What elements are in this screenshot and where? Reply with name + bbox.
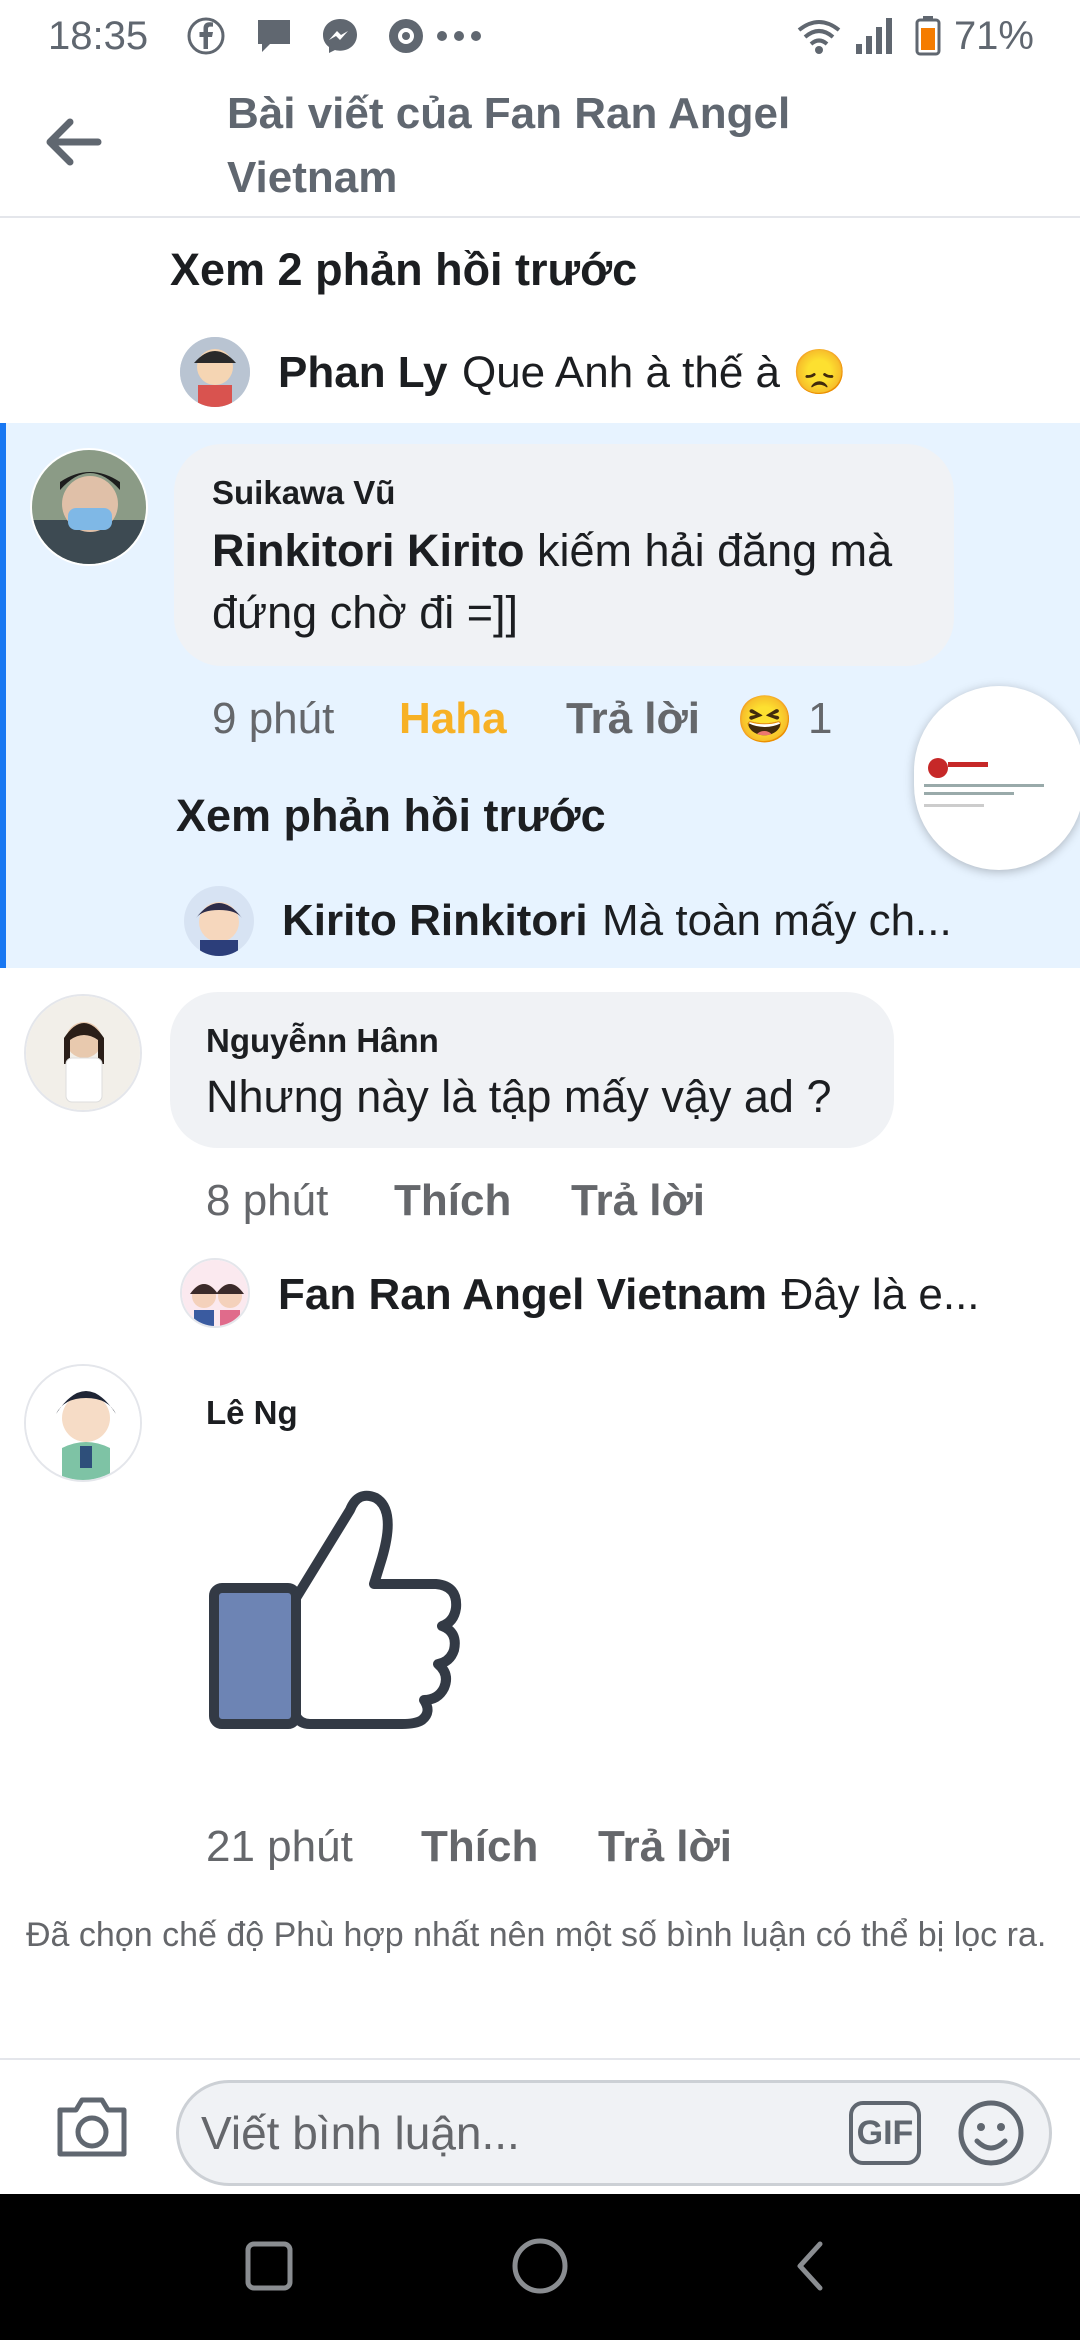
avatar-image	[184, 886, 254, 956]
comment-text: Rinkitori Kirito kiếm hải đăng mà đứng c…	[212, 520, 932, 644]
comment-input[interactable]	[201, 2101, 801, 2165]
comment-time: 21 phút	[206, 1822, 353, 1871]
avatar[interactable]	[184, 886, 254, 956]
comment-text-part1: kiếm hải đăng mà	[524, 525, 893, 576]
reply-author[interactable]: Fan Ran Angel Vietnam	[278, 1270, 767, 1319]
reply-button[interactable]: Trả lời	[598, 1822, 732, 1872]
reply-text: Que Anh à thế à 😞	[461, 348, 848, 397]
comment-time: 8 phút	[206, 1176, 329, 1225]
filter-notice: Đã chọn chế độ Phù hợp nhất nên một số b…	[26, 1916, 1047, 1954]
recent-apps-icon[interactable]	[244, 2238, 294, 2294]
gif-button[interactable]: GIF	[849, 2101, 921, 2165]
reply-text: Đây là e...	[781, 1270, 980, 1319]
page-title-line2: Vietnam	[227, 153, 398, 202]
back-nav-icon[interactable]	[790, 2238, 830, 2294]
comment-input-container[interactable]: GIF	[176, 2080, 1052, 2186]
comment-text-part2: đứng chờ đi =]]	[212, 587, 519, 638]
avatar-image	[26, 1366, 140, 1480]
settings-icon	[389, 19, 423, 53]
reply-author[interactable]: Kirito Rinkitori	[282, 896, 588, 945]
avatar-image	[182, 1260, 248, 1326]
camera-icon[interactable]	[54, 2092, 130, 2162]
comment-author[interactable]: Suikawa Vũ	[212, 474, 395, 512]
chat-head-preview-image	[924, 758, 1044, 807]
comment-author[interactable]: Nguyễnn Hânn	[206, 1022, 439, 1060]
reply-text: Mà toàn mấy ch...	[602, 896, 952, 945]
emoji-icon[interactable]	[955, 2097, 1027, 2169]
comment-time: 9 phút	[212, 694, 335, 743]
comment-text: Nhưng này là tập mấy vậy ad ?	[206, 1071, 832, 1122]
comment-author[interactable]: Lê Ng	[206, 1394, 298, 1432]
home-icon[interactable]	[510, 2236, 570, 2296]
status-time: 18:35	[48, 14, 149, 58]
battery-icon	[915, 16, 941, 56]
facebook-icon	[187, 17, 225, 55]
haha-emoji-icon: 😆	[736, 693, 794, 745]
chat-head-bubble[interactable]	[914, 686, 1080, 870]
page-title: Bài viết của Fan Ran Angel Vietnam	[227, 82, 927, 210]
view-previous-replies-link[interactable]: Xem 2 phản hồi trước	[170, 244, 637, 296]
avatar[interactable]	[180, 337, 250, 407]
view-previous-replies-link[interactable]: Xem phản hồi trước	[176, 790, 606, 842]
wifi-icon	[797, 20, 841, 54]
more-dots-icon	[437, 31, 481, 41]
header: Bài viết của Fan Ran Angel Vietnam	[0, 72, 1080, 218]
battery-percentage: 71%	[953, 14, 1034, 58]
like-button[interactable]: Thích	[394, 1176, 511, 1226]
back-arrow-icon[interactable]	[38, 112, 108, 172]
messenger-icon	[323, 19, 357, 53]
message-icon	[258, 20, 290, 52]
comment-bubble[interactable]: Nguyễnn Hânn Nhưng này là tập mấy vậy ad…	[170, 992, 894, 1148]
comment-bubble[interactable]: Suikawa Vũ Rinkitori Kirito kiếm hải đăn…	[174, 444, 954, 666]
reply-button[interactable]: Trả lời	[566, 694, 700, 744]
page-title-line1: Bài viết của Fan Ran Angel	[227, 89, 791, 138]
avatar-image	[26, 996, 140, 1110]
avatar[interactable]	[180, 1258, 250, 1328]
reply-preview[interactable]: Kirito Rinkitori Mà toàn mấy ch...	[282, 896, 952, 946]
signal-icon	[856, 18, 892, 54]
comment-composer: GIF	[0, 2058, 1080, 2194]
avatar-image	[32, 450, 146, 564]
system-navigation-bar	[0, 2194, 1080, 2340]
like-button[interactable]: Thích	[421, 1822, 538, 1872]
thumbs-up-sticker-icon[interactable]	[206, 1480, 466, 1730]
haha-reaction-button[interactable]: Haha	[399, 694, 507, 744]
mention-link[interactable]: Rinkitori Kirito	[212, 525, 525, 576]
reply-preview[interactable]: Phan Ly Que Anh à thế à 😞	[278, 346, 847, 398]
reply-author[interactable]: Phan Ly	[278, 348, 448, 397]
reply-preview[interactable]: Fan Ran Angel Vietnam Đây là e...	[278, 1270, 980, 1320]
status-bar: 18:35 71%	[0, 0, 1080, 72]
avatar[interactable]	[30, 448, 148, 566]
avatar-image	[180, 337, 250, 407]
reply-button[interactable]: Trả lời	[571, 1176, 705, 1226]
reaction-count[interactable]: 1	[808, 694, 832, 744]
avatar[interactable]	[24, 1364, 142, 1482]
avatar[interactable]	[24, 994, 142, 1112]
